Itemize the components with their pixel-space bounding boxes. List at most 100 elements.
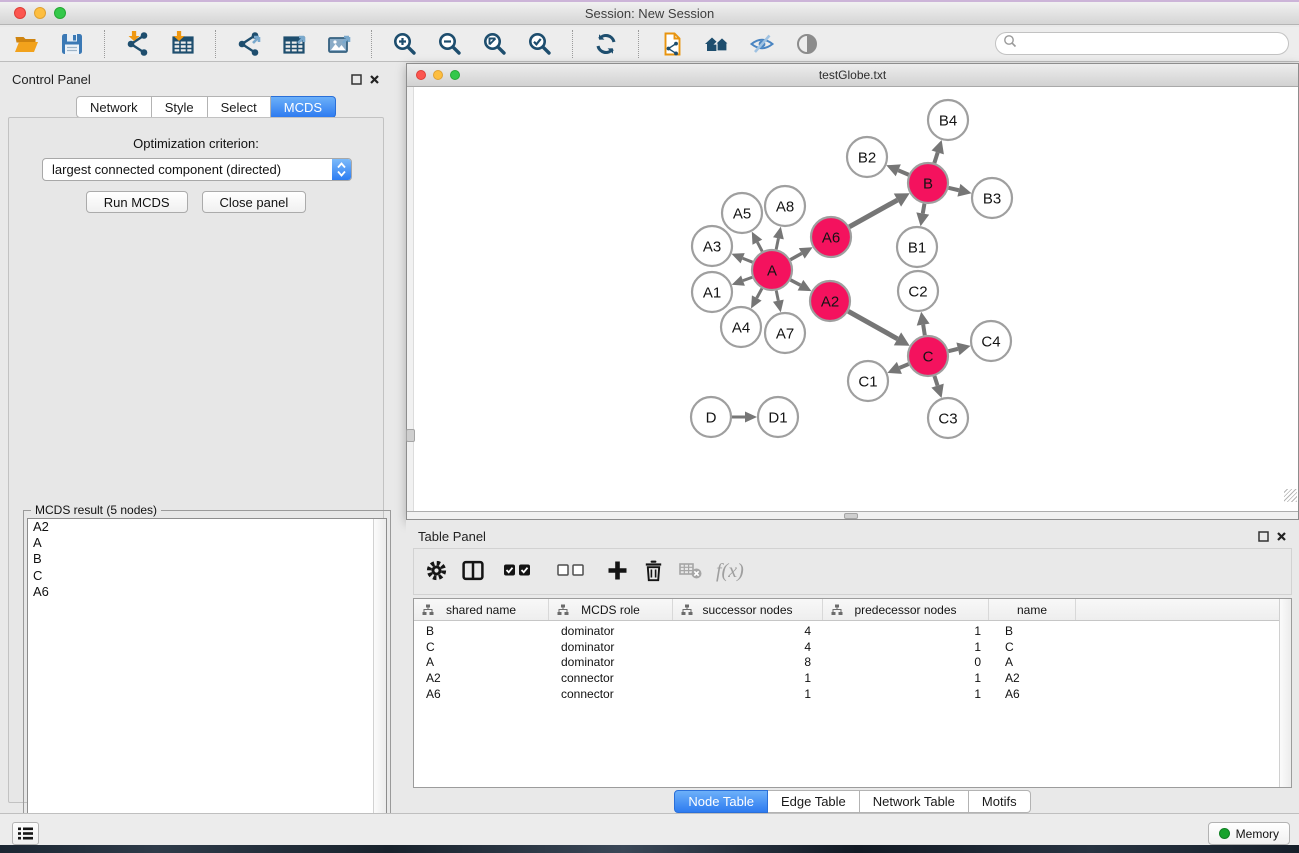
graph-node-A4[interactable]: A4 [721, 307, 761, 347]
result-list-item[interactable]: B [28, 551, 386, 567]
tab-node-table[interactable]: Node Table [674, 790, 768, 813]
table-row[interactable]: A2connector11A2 [414, 670, 1279, 686]
settings-button[interactable] [425, 557, 448, 587]
import-network-button[interactable] [123, 30, 152, 59]
split-view-button[interactable] [461, 557, 485, 587]
search-field[interactable] [995, 32, 1289, 55]
graph-node-A[interactable]: A [752, 250, 792, 290]
zoom-in-button[interactable] [390, 30, 419, 59]
float-panel-icon[interactable] [349, 72, 363, 86]
graph-node-B3[interactable]: B3 [972, 178, 1012, 218]
graph-node-A8[interactable]: A8 [765, 186, 805, 226]
column-header-predecessor-nodes[interactable]: predecessor nodes [823, 599, 989, 620]
graph-node-C1[interactable]: C1 [848, 361, 888, 401]
export-table-button[interactable] [279, 30, 308, 59]
graph-edge-C-C3[interactable] [931, 376, 943, 398]
graph-node-C4[interactable]: C4 [971, 321, 1011, 361]
column-header-shared-name[interactable]: shared name [414, 599, 549, 620]
table-cell[interactable]: A6 [989, 687, 1076, 701]
horizontal-scroll-thumb[interactable] [844, 513, 858, 519]
graph-edge-A-A5[interactable] [752, 232, 762, 252]
table-cell[interactable]: 1 [673, 687, 823, 701]
table-cell[interactable]: 1 [823, 624, 989, 638]
close-panel-button[interactable]: Close panel [202, 191, 307, 213]
result-list-item[interactable]: A6 [28, 584, 386, 600]
result-list-item[interactable]: C [28, 568, 386, 584]
save-session-button[interactable] [57, 30, 86, 59]
table-cell[interactable]: 1 [823, 671, 989, 685]
tab-edge-table[interactable]: Edge Table [768, 790, 860, 813]
graph-edge-A-A3[interactable] [731, 253, 752, 263]
table-cell[interactable]: A2 [989, 671, 1076, 685]
optimization-criterion-select[interactable]: largest connected component (directed) [42, 158, 352, 181]
graph-node-B4[interactable]: B4 [928, 100, 968, 140]
refresh-view-button[interactable] [591, 30, 620, 59]
network-horizontal-scrollbar[interactable] [407, 511, 1298, 519]
tab-network[interactable]: Network [76, 96, 152, 118]
graph-edge-B-B4[interactable] [932, 140, 944, 163]
task-history-button[interactable] [12, 822, 39, 845]
graph-edge-A2-C[interactable] [848, 311, 909, 345]
memory-button[interactable]: Memory [1208, 822, 1290, 845]
zoom-fit-button[interactable] [480, 30, 509, 59]
graph-node-C3[interactable]: C3 [928, 398, 968, 438]
table-cell[interactable]: C [989, 640, 1076, 654]
delete-column-button[interactable] [642, 557, 665, 587]
table-cell[interactable]: B [414, 624, 549, 638]
table-cell[interactable]: A2 [414, 671, 549, 685]
graph-node-C2[interactable]: C2 [898, 271, 938, 311]
graph-edge-A-A2[interactable] [791, 280, 812, 291]
tab-motifs[interactable]: Motifs [969, 790, 1031, 813]
delete-table-button[interactable] [678, 557, 703, 587]
result-list-item[interactable]: A [28, 535, 386, 551]
table-cell[interactable]: A [989, 655, 1076, 669]
graph-node-A7[interactable]: A7 [765, 313, 805, 353]
first-neighbors-button[interactable] [702, 30, 731, 59]
result-list-scrollbar[interactable] [373, 519, 386, 843]
graph-node-A2[interactable]: A2 [810, 281, 850, 321]
graph-edge-A6-B[interactable] [849, 193, 909, 227]
deselect-all-button[interactable] [552, 557, 593, 587]
table-cell[interactable]: A6 [414, 687, 549, 701]
search-input[interactable] [1017, 35, 1288, 53]
graph-edge-A-A6[interactable] [790, 247, 812, 259]
graph-edge-B-B3[interactable] [948, 184, 971, 197]
graph-node-C[interactable]: C [908, 336, 948, 376]
table-cell[interactable]: 1 [673, 671, 823, 685]
column-header-MCDS-role[interactable]: MCDS role [549, 599, 673, 620]
clone-network-button[interactable] [657, 30, 686, 59]
table-cell[interactable]: dominator [549, 655, 673, 669]
function-builder-button[interactable]: f(x) [716, 557, 744, 587]
graph-edge-B-B2[interactable] [886, 164, 908, 176]
table-row[interactable]: Cdominator41C [414, 639, 1279, 655]
tab-mcds[interactable]: MCDS [271, 96, 336, 118]
graph-edge-A-A7[interactable] [773, 291, 784, 313]
import-table-button[interactable] [168, 30, 197, 59]
graph-node-D[interactable]: D [691, 397, 731, 437]
tab-select[interactable]: Select [208, 96, 271, 118]
network-canvas[interactable]: B4B2BB3A5A8A6A3B1AA1C2A2A4A7C4CC1C3DD1 [407, 87, 1298, 511]
close-table-panel-icon[interactable] [1274, 529, 1288, 543]
select-stepper-icon[interactable] [332, 159, 351, 180]
table-cell[interactable]: connector [549, 671, 673, 685]
vertical-scroll-thumb[interactable] [406, 429, 415, 442]
graph-node-B1[interactable]: B1 [897, 227, 937, 267]
column-header-name[interactable]: name [989, 599, 1076, 620]
export-network-button[interactable] [234, 30, 263, 59]
add-column-button[interactable] [606, 557, 629, 587]
float-table-panel-icon[interactable] [1256, 529, 1270, 543]
run-mcds-button[interactable]: Run MCDS [86, 191, 188, 213]
table-cell[interactable]: 4 [673, 640, 823, 654]
table-cell[interactable]: 4 [673, 624, 823, 638]
graph-edge-C-C4[interactable] [948, 343, 970, 356]
graph-node-A3[interactable]: A3 [692, 226, 732, 266]
show-panels-button[interactable] [792, 30, 821, 59]
table-cell[interactable]: connector [549, 687, 673, 701]
table-cell[interactable]: 0 [823, 655, 989, 669]
hide-panels-button[interactable] [747, 30, 776, 59]
graph-node-A5[interactable]: A5 [722, 193, 762, 233]
select-all-button[interactable] [498, 557, 539, 587]
table-cell[interactable]: 1 [823, 640, 989, 654]
graph-node-B[interactable]: B [908, 163, 948, 203]
graph-edge-A-A1[interactable] [732, 275, 753, 285]
